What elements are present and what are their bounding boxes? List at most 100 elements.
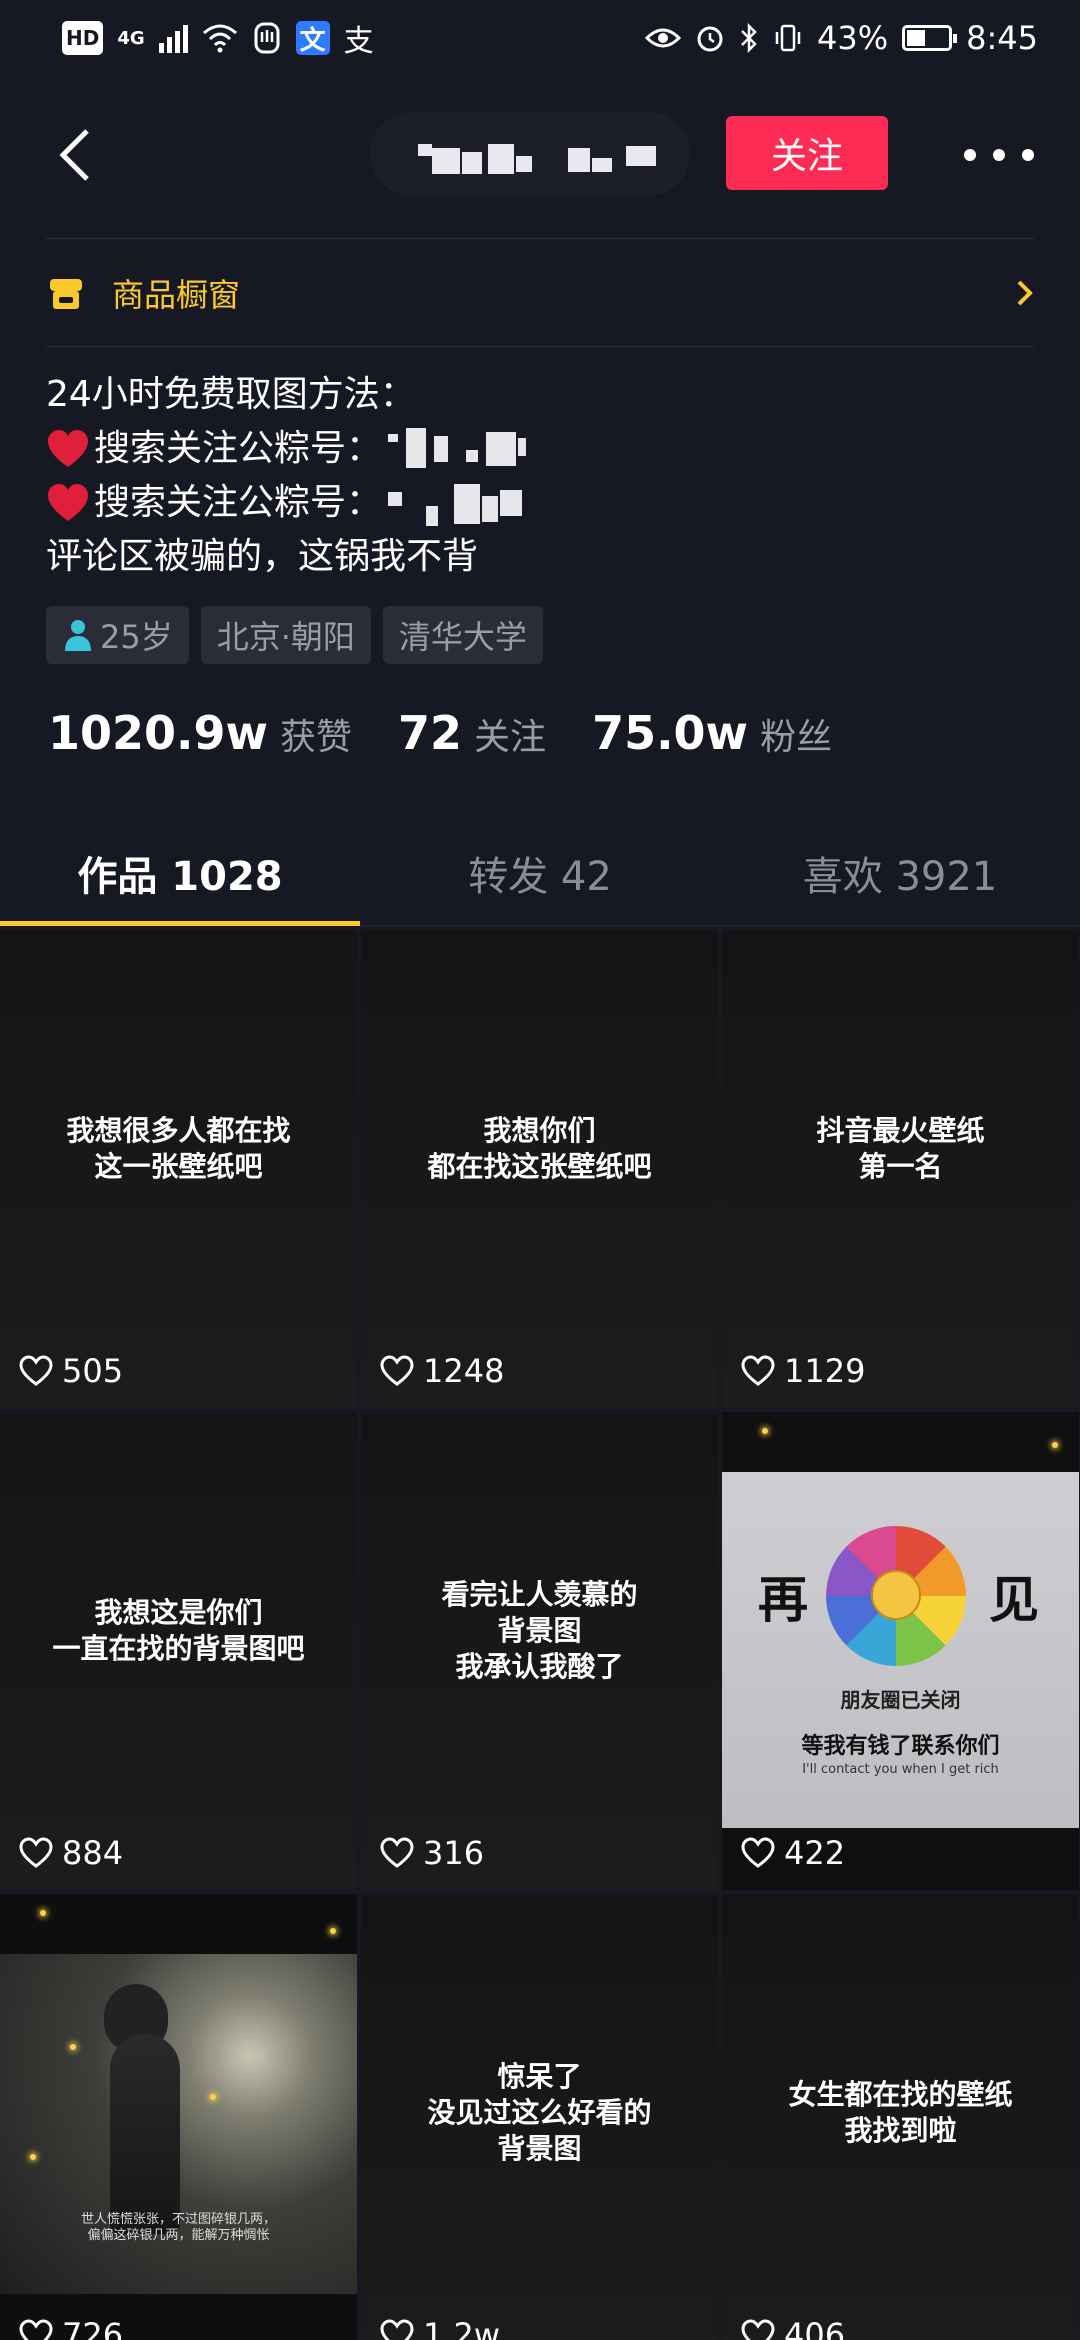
status-right: 43% 8:45 — [645, 19, 1038, 57]
video-thumbnail[interactable]: 我想你们 都在找这张壁纸吧 1248 — [361, 930, 718, 1408]
profile-header: 关注 — [0, 100, 1080, 210]
alarm-icon — [697, 26, 723, 52]
nickname-pixelated — [370, 112, 690, 196]
bio-line: 搜索关注公粽号： — [46, 476, 1026, 530]
tab-liked[interactable]: 喜欢 3921 — [720, 820, 1080, 925]
video-likes: 422 — [740, 1834, 845, 1872]
content-tabs: 作品 1028 转发 42 喜欢 3921 — [0, 820, 1080, 926]
fans-count: 75.0w — [592, 706, 749, 760]
following-label: 关注 — [474, 717, 547, 758]
video-caption: 我想你们 都在找这张壁纸吧 — [427, 1114, 652, 1183]
heart-outline-icon — [380, 1355, 414, 1386]
tab-reposts[interactable]: 转发 42 — [360, 820, 720, 925]
video-likes: 1.2w — [379, 2316, 500, 2340]
video-likes-count: 1.2w — [423, 2316, 501, 2340]
school-tag: 清华大学 — [382, 606, 543, 664]
status-bar: HD 4G 文 支 43% 8:45 — [0, 0, 1080, 76]
sparkle — [40, 1910, 46, 1916]
divider — [46, 346, 1034, 347]
video-likes: 884 — [18, 1834, 123, 1872]
heart-outline-icon — [741, 2319, 775, 2340]
bio-line: 24小时免费取图方法： — [46, 374, 416, 415]
heart-outline-icon — [19, 1355, 53, 1386]
video-likes-count: 726 — [62, 2316, 124, 2340]
likes-stat[interactable]: 1020.9w 获赞 — [48, 706, 352, 760]
dot-icon — [964, 149, 976, 161]
more-options-button[interactable] — [964, 130, 1034, 180]
vibrate-icon — [775, 24, 801, 52]
video-thumbnail[interactable]: 看完让人羡慕的 背景图 我承认我酸了 316 — [361, 1412, 718, 1890]
bye-english-text: I'll contact you when I get rich — [802, 1762, 999, 1777]
skeleton-caption: 世人慌慌张张，不过图碎银几两， 偏偏这碎银几两，能解万种惆怅 — [80, 2212, 276, 2243]
chevron-left-icon — [59, 129, 89, 181]
follow-button[interactable]: 关注 — [726, 116, 888, 190]
back-button[interactable] — [44, 120, 104, 190]
following-count: 72 — [398, 706, 463, 760]
fans-stat[interactable]: 75.0w 粉丝 — [592, 706, 832, 760]
video-caption: 抖音最火壁纸 第一名 — [816, 1114, 985, 1183]
sparkle — [330, 1928, 336, 1934]
video-thumbnail[interactable]: 抖音最火壁纸 第一名 1129 — [722, 930, 1079, 1408]
heart-outline-icon — [19, 1837, 53, 1868]
translate-app-icon: 文 — [295, 21, 330, 56]
sparkle — [210, 2094, 216, 2100]
fans-label: 粉丝 — [760, 717, 833, 758]
following-stat[interactable]: 72 关注 — [398, 706, 546, 760]
bio-line: 搜索关注公粽号： — [46, 422, 1026, 476]
likes-label: 获赞 — [280, 717, 353, 758]
video-likes-count: 1248 — [423, 1352, 505, 1390]
video-likes-count: 422 — [784, 1834, 846, 1872]
video-thumbnail[interactable]: 女生都在找的壁纸 我找到啦 406 — [722, 1894, 1079, 2340]
battery-icon — [902, 25, 958, 51]
video-thumbnail[interactable]: 我想这是你们 一直在找的背景图吧 884 — [0, 1412, 357, 1890]
bye-right-char: 见 — [989, 1571, 1039, 1629]
status-left: HD 4G 文 支 — [62, 16, 374, 60]
hd-icon: HD — [62, 21, 104, 55]
bio-line: 评论区被骗的，这锅我不背 — [46, 536, 479, 577]
alipay-app-icon: 支 — [343, 24, 374, 59]
account-id-pixelated — [382, 422, 602, 476]
location-tag: 北京·朝阳 — [200, 606, 371, 664]
bio-line-text: 搜索关注公粽号： — [94, 428, 383, 469]
shop-window-label: 商品橱窗 — [112, 276, 241, 314]
video-thumbnail[interactable]: 再 见 朋友圈已关闭 等我有钱了联系你们 I'll contact you wh… — [722, 1412, 1079, 1890]
shop-icon — [50, 279, 82, 309]
dot-icon — [993, 149, 1005, 161]
heart-outline-icon — [741, 1355, 775, 1386]
bye-left-char: 再 — [758, 1571, 808, 1629]
smiley-icon — [871, 1570, 921, 1620]
skeleton-body — [110, 2034, 180, 2234]
bio-line-text: 搜索关注公粽号： — [94, 482, 383, 523]
battery-percent: 43% — [817, 19, 889, 57]
video-caption: 我想很多人都在找 这一张壁纸吧 — [66, 1114, 291, 1183]
heart-outline-icon — [380, 1837, 414, 1868]
video-likes: 726 — [18, 2316, 123, 2340]
bye-image: 再 见 朋友圈已关闭 等我有钱了联系你们 I'll contact you wh… — [722, 1472, 1079, 1828]
chevron-right-icon — [1017, 280, 1033, 306]
sparkle — [70, 2044, 76, 2050]
video-caption: 女生都在找的壁纸 我找到啦 — [788, 2078, 1013, 2147]
video-thumbnail[interactable]: 惊呆了 没见过这么好看的 背景图 1.2w — [361, 1894, 718, 2340]
profile-bio: 24小时免费取图方法： 搜索关注公粽号： 搜索关注公粽号： 评论区被骗的，这锅我… — [46, 368, 1026, 584]
eye-icon — [645, 28, 682, 48]
account-id-pixelated — [382, 476, 602, 530]
bye-main-text: 等我有钱了联系你们 — [801, 1734, 1000, 1759]
hand-icon — [254, 22, 280, 54]
tab-works[interactable]: 作品 1028 — [0, 820, 360, 926]
heart-outline-icon — [19, 2319, 53, 2340]
heart-outline-icon — [741, 1837, 775, 1868]
video-likes-count: 505 — [62, 1352, 124, 1390]
video-thumbnail[interactable]: 我想很多人都在找 这一张壁纸吧 505 — [0, 930, 357, 1408]
video-caption: 我想这是你们 一直在找的背景图吧 — [52, 1596, 305, 1665]
shop-window-row[interactable]: 商品橱窗 — [46, 250, 1034, 336]
age-tag-label: 25岁 — [100, 618, 173, 656]
bluetooth-icon — [741, 23, 757, 53]
profile-stats: 1020.9w 获赞 72 关注 75.0w 粉丝 — [48, 706, 878, 760]
video-likes: 406 — [740, 2316, 845, 2340]
sparkle — [1052, 1442, 1058, 1448]
video-caption: 惊呆了 没见过这么好看的 背景图 — [427, 2060, 652, 2165]
red-heart-icon — [48, 430, 88, 467]
wifi-icon — [202, 24, 237, 53]
video-likes: 1129 — [740, 1352, 865, 1390]
video-thumbnail[interactable]: 世人慌慌张张，不过图碎银几两， 偏偏这碎银几两，能解万种惆怅 726 — [0, 1894, 357, 2340]
